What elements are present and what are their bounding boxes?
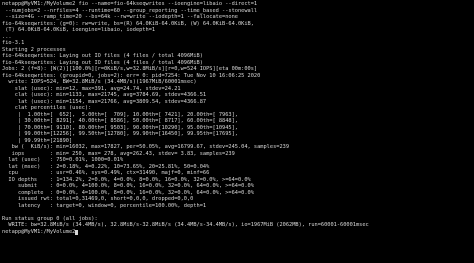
terminal-window[interactable]: netapp@MyVM1:/MyVolume2 fio --name=fio-6… bbox=[0, 0, 474, 263]
text-cursor bbox=[75, 229, 79, 235]
terminal-prompt-line[interactable]: netapp@MyVM1:/MyVolume2 bbox=[2, 228, 472, 235]
shell-prompt: netapp@MyVM1:/MyVolume2 bbox=[2, 228, 76, 235]
